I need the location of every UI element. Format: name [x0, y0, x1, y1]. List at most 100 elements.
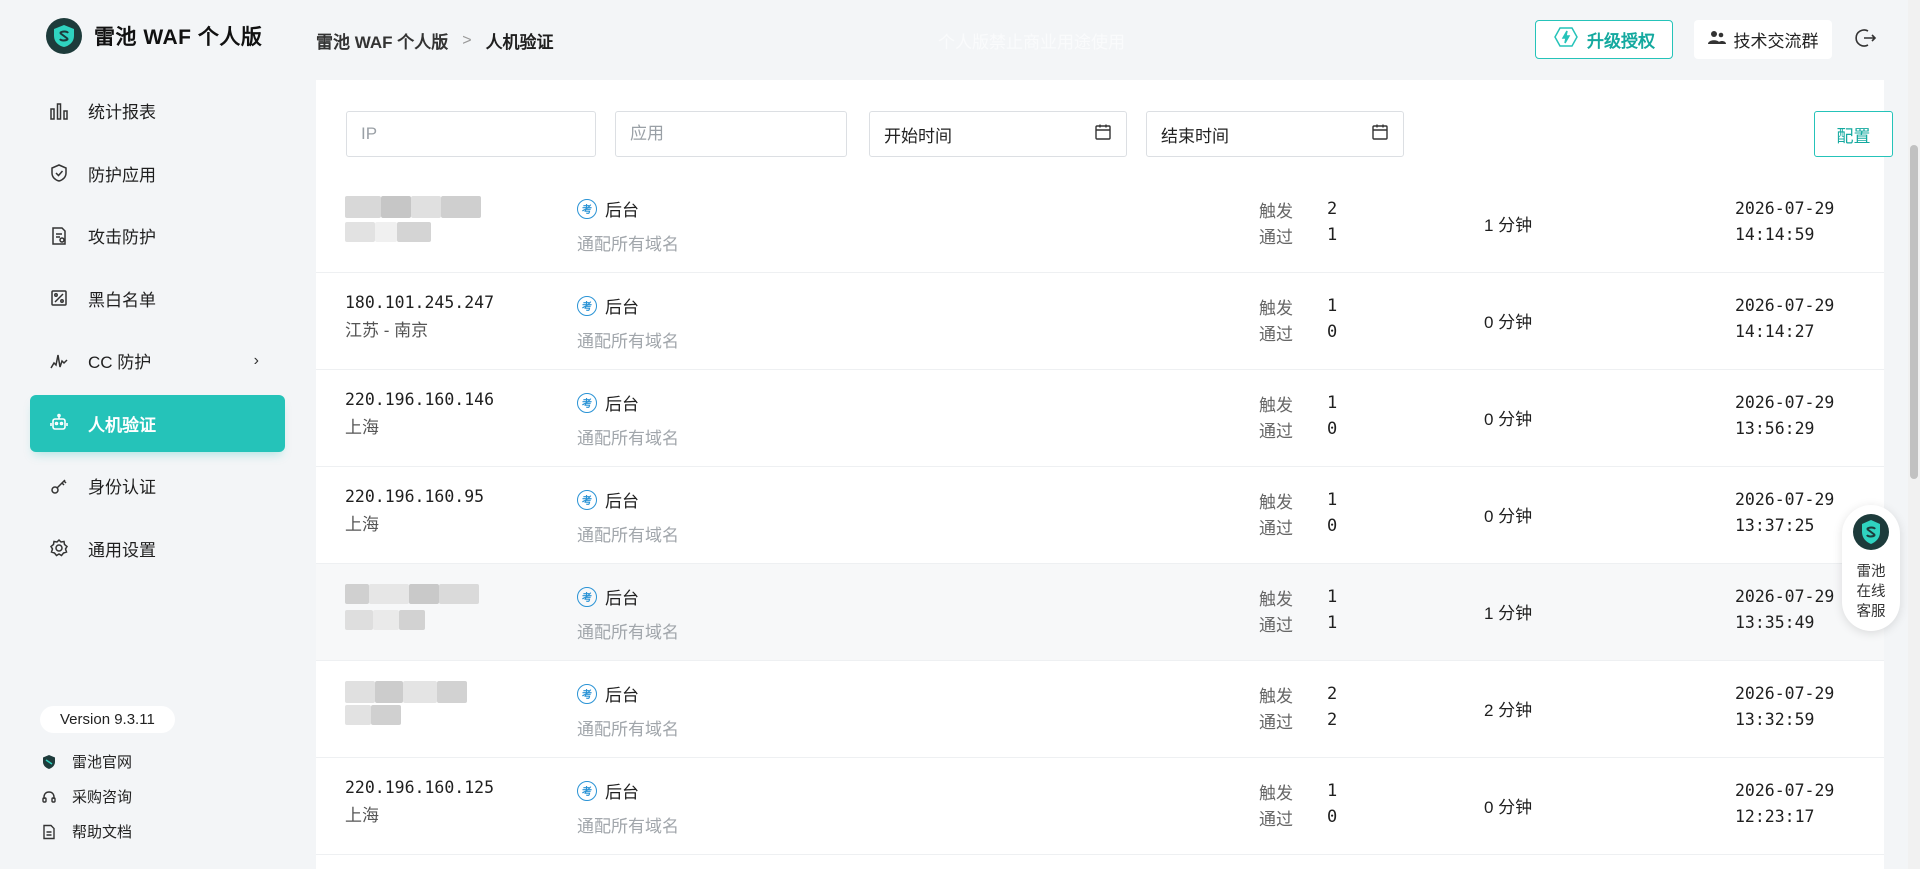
app-name[interactable]: 后台: [605, 778, 639, 803]
end-time-label: 结束时间: [1161, 126, 1229, 146]
blurred-location: [345, 610, 479, 630]
ip-cell: [345, 584, 479, 630]
app-name[interactable]: 后台: [605, 293, 639, 318]
end-time-picker[interactable]: 结束时间: [1146, 111, 1404, 157]
bar-chart-icon: [48, 100, 70, 122]
sidebar-item-cc[interactable]: CC 防护 ›: [30, 332, 285, 389]
sidebar-item-label: 攻击防护: [88, 228, 156, 247]
link-label: 帮助文档: [72, 824, 133, 841]
app-type-icon: 考: [577, 780, 597, 801]
app-cell: 考后台 通配所有域名: [577, 487, 679, 546]
clock-text: 14:14:59: [1735, 225, 1815, 244]
ip-location: 上海: [345, 418, 379, 437]
link-official-site[interactable]: 雷池官网: [40, 744, 132, 779]
app-filter[interactable]: [615, 111, 847, 157]
clock-text: 13:56:29: [1735, 419, 1815, 438]
ip-cell: 220.196.160.146 上海: [345, 390, 494, 438]
app-input[interactable]: [630, 124, 832, 144]
group-label: 技术交流群: [1733, 32, 1819, 51]
breadcrumb-root[interactable]: 雷池 WAF 个人版: [316, 28, 448, 53]
sidebar-item-attack[interactable]: 攻击防护: [30, 207, 285, 264]
start-time-picker[interactable]: 开始时间: [869, 111, 1127, 157]
sidebar-item-captcha[interactable]: 人机验证: [30, 394, 285, 452]
sidebar-item-label: 通用设置: [88, 540, 156, 560]
sidebar-item-settings[interactable]: 通用设置: [30, 520, 285, 577]
app-name[interactable]: 后台: [605, 390, 639, 415]
link-purchase[interactable]: 采购咨询: [40, 779, 132, 814]
pass-count: 0: [1327, 807, 1338, 827]
app-type-icon: 考: [577, 489, 597, 510]
app-cell: 考后台 通配所有域名: [577, 681, 679, 740]
app-name[interactable]: 后台: [605, 196, 639, 221]
service-label: 雷池: [1856, 564, 1886, 580]
sidebar-nav: 统计报表 防护应用 攻击防护 黑白名单 CC 防护 › 人机验证 身份认证 通用…: [30, 82, 285, 582]
domain-text: 通配所有域名: [577, 817, 679, 836]
sidebar-item-apps[interactable]: 防护应用: [30, 145, 285, 202]
sidebar-item-label: 人机验证: [88, 415, 156, 435]
table-row[interactable]: 考后台 通配所有域名 触发 1 通过 1 1 分钟 2026-07-29 13:35…: [316, 564, 1884, 661]
date-text: 2026-07-29: [1735, 587, 1835, 606]
ip-location: 江苏 - 南京: [345, 321, 429, 340]
blurred-ip: [345, 681, 467, 703]
sidebar-footer-links: 雷池官网 采购咨询 帮助文档: [40, 744, 132, 849]
blurred-ip: [345, 196, 481, 218]
app-name[interactable]: 后台: [605, 584, 639, 609]
blurred-location: [345, 222, 481, 242]
table-row[interactable]: 220.196.160.146 上海 考后台 通配所有域名 触发 1 通过 0 0 …: [316, 370, 1884, 467]
table-row[interactable]: 考后台 通配所有域名 触发 2 通过 2 2 分钟 2026-07-29 13:32…: [316, 661, 1884, 758]
ip-address[interactable]: 220.196.160.146: [345, 390, 494, 409]
stats-cell: 触发 1 通过 0: [1259, 293, 1337, 345]
clock-text: 13:37:25: [1735, 516, 1815, 535]
page-scrollbar[interactable]: [1908, 0, 1920, 869]
app-type-icon: 考: [577, 198, 597, 219]
ip-location: 上海: [345, 806, 379, 825]
ip-cell: 220.196.160.95 上海: [345, 487, 484, 535]
pass-label: 通过: [1259, 809, 1293, 829]
domain-text: 通配所有域名: [577, 429, 679, 448]
date-text: 2026-07-29: [1735, 781, 1835, 800]
trigger-count: 1: [1327, 393, 1338, 413]
table-row[interactable]: 180.101.245.247 江苏 - 南京 考后台 通配所有域名 触发 1 通…: [316, 273, 1884, 370]
domain-text: 通配所有域名: [577, 720, 679, 739]
blurred-location: [345, 705, 467, 725]
sidebar-item-blacklist[interactable]: 黑白名单: [30, 270, 285, 327]
app-type-icon: 考: [577, 392, 597, 413]
online-service-widget[interactable]: 雷池 在线 客服: [1842, 505, 1900, 631]
time-cell: 2026-07-29 13:56:29: [1735, 390, 1834, 442]
pass-count: 0: [1327, 419, 1338, 439]
ip-input[interactable]: [361, 124, 581, 144]
sidebar-item-label: 身份认证: [88, 478, 156, 497]
app-logo[interactable]: 雷池 WAF 个人版: [46, 18, 262, 54]
robot-icon: [48, 412, 70, 434]
sidebar-item-auth[interactable]: 身份认证: [30, 457, 285, 514]
scrollbar-thumb[interactable]: [1910, 145, 1918, 479]
headset-icon: [40, 789, 58, 805]
pass-label: 通过: [1259, 421, 1293, 441]
config-button[interactable]: 配置: [1814, 111, 1893, 157]
ip-address[interactable]: 220.196.160.125: [345, 778, 494, 797]
link-help-docs[interactable]: 帮助文档: [40, 814, 132, 849]
tech-group-button[interactable]: 技术交流群: [1694, 20, 1832, 59]
filter-bar: 开始时间 结束时间 配置: [346, 111, 1893, 157]
breadcrumb: 雷池 WAF 个人版 > 人机验证: [316, 28, 554, 53]
app-name[interactable]: 后台: [605, 487, 639, 512]
trigger-count: 1: [1327, 587, 1338, 607]
duration-cell: 1 分钟: [1484, 604, 1533, 623]
table-row[interactable]: 220.196.160.95 上海 考后台 通配所有域名 触发 1 通过 0 0 分…: [316, 467, 1884, 564]
doc-icon: [40, 824, 58, 840]
table-row[interactable]: 考后台 通配所有域名 触发 2 通过 1 1 分钟 2026-07-29 14:14…: [316, 176, 1884, 273]
ip-address[interactable]: 180.101.245.247: [345, 293, 494, 312]
time-cell: 2026-07-29 14:14:59: [1735, 196, 1834, 248]
upgrade-license-button[interactable]: 升级授权: [1535, 20, 1673, 59]
pass-label: 通过: [1259, 324, 1293, 344]
ip-address[interactable]: 220.196.160.95: [345, 487, 484, 506]
ip-filter[interactable]: [346, 111, 596, 157]
app-name[interactable]: 后台: [605, 681, 639, 706]
captcha-log-table: 考后台 通配所有域名 触发 2 通过 1 1 分钟 2026-07-29 14:14…: [316, 176, 1884, 855]
logo-icon: [1852, 513, 1890, 556]
sidebar-item-stats[interactable]: 统计报表: [30, 82, 285, 139]
table-row[interactable]: 220.196.160.125 上海 考后台 通配所有域名 触发 1 通过 0 0 …: [316, 758, 1884, 855]
pass-label: 通过: [1259, 518, 1293, 538]
pass-count: 1: [1327, 225, 1338, 245]
logout-button[interactable]: [1848, 22, 1884, 58]
